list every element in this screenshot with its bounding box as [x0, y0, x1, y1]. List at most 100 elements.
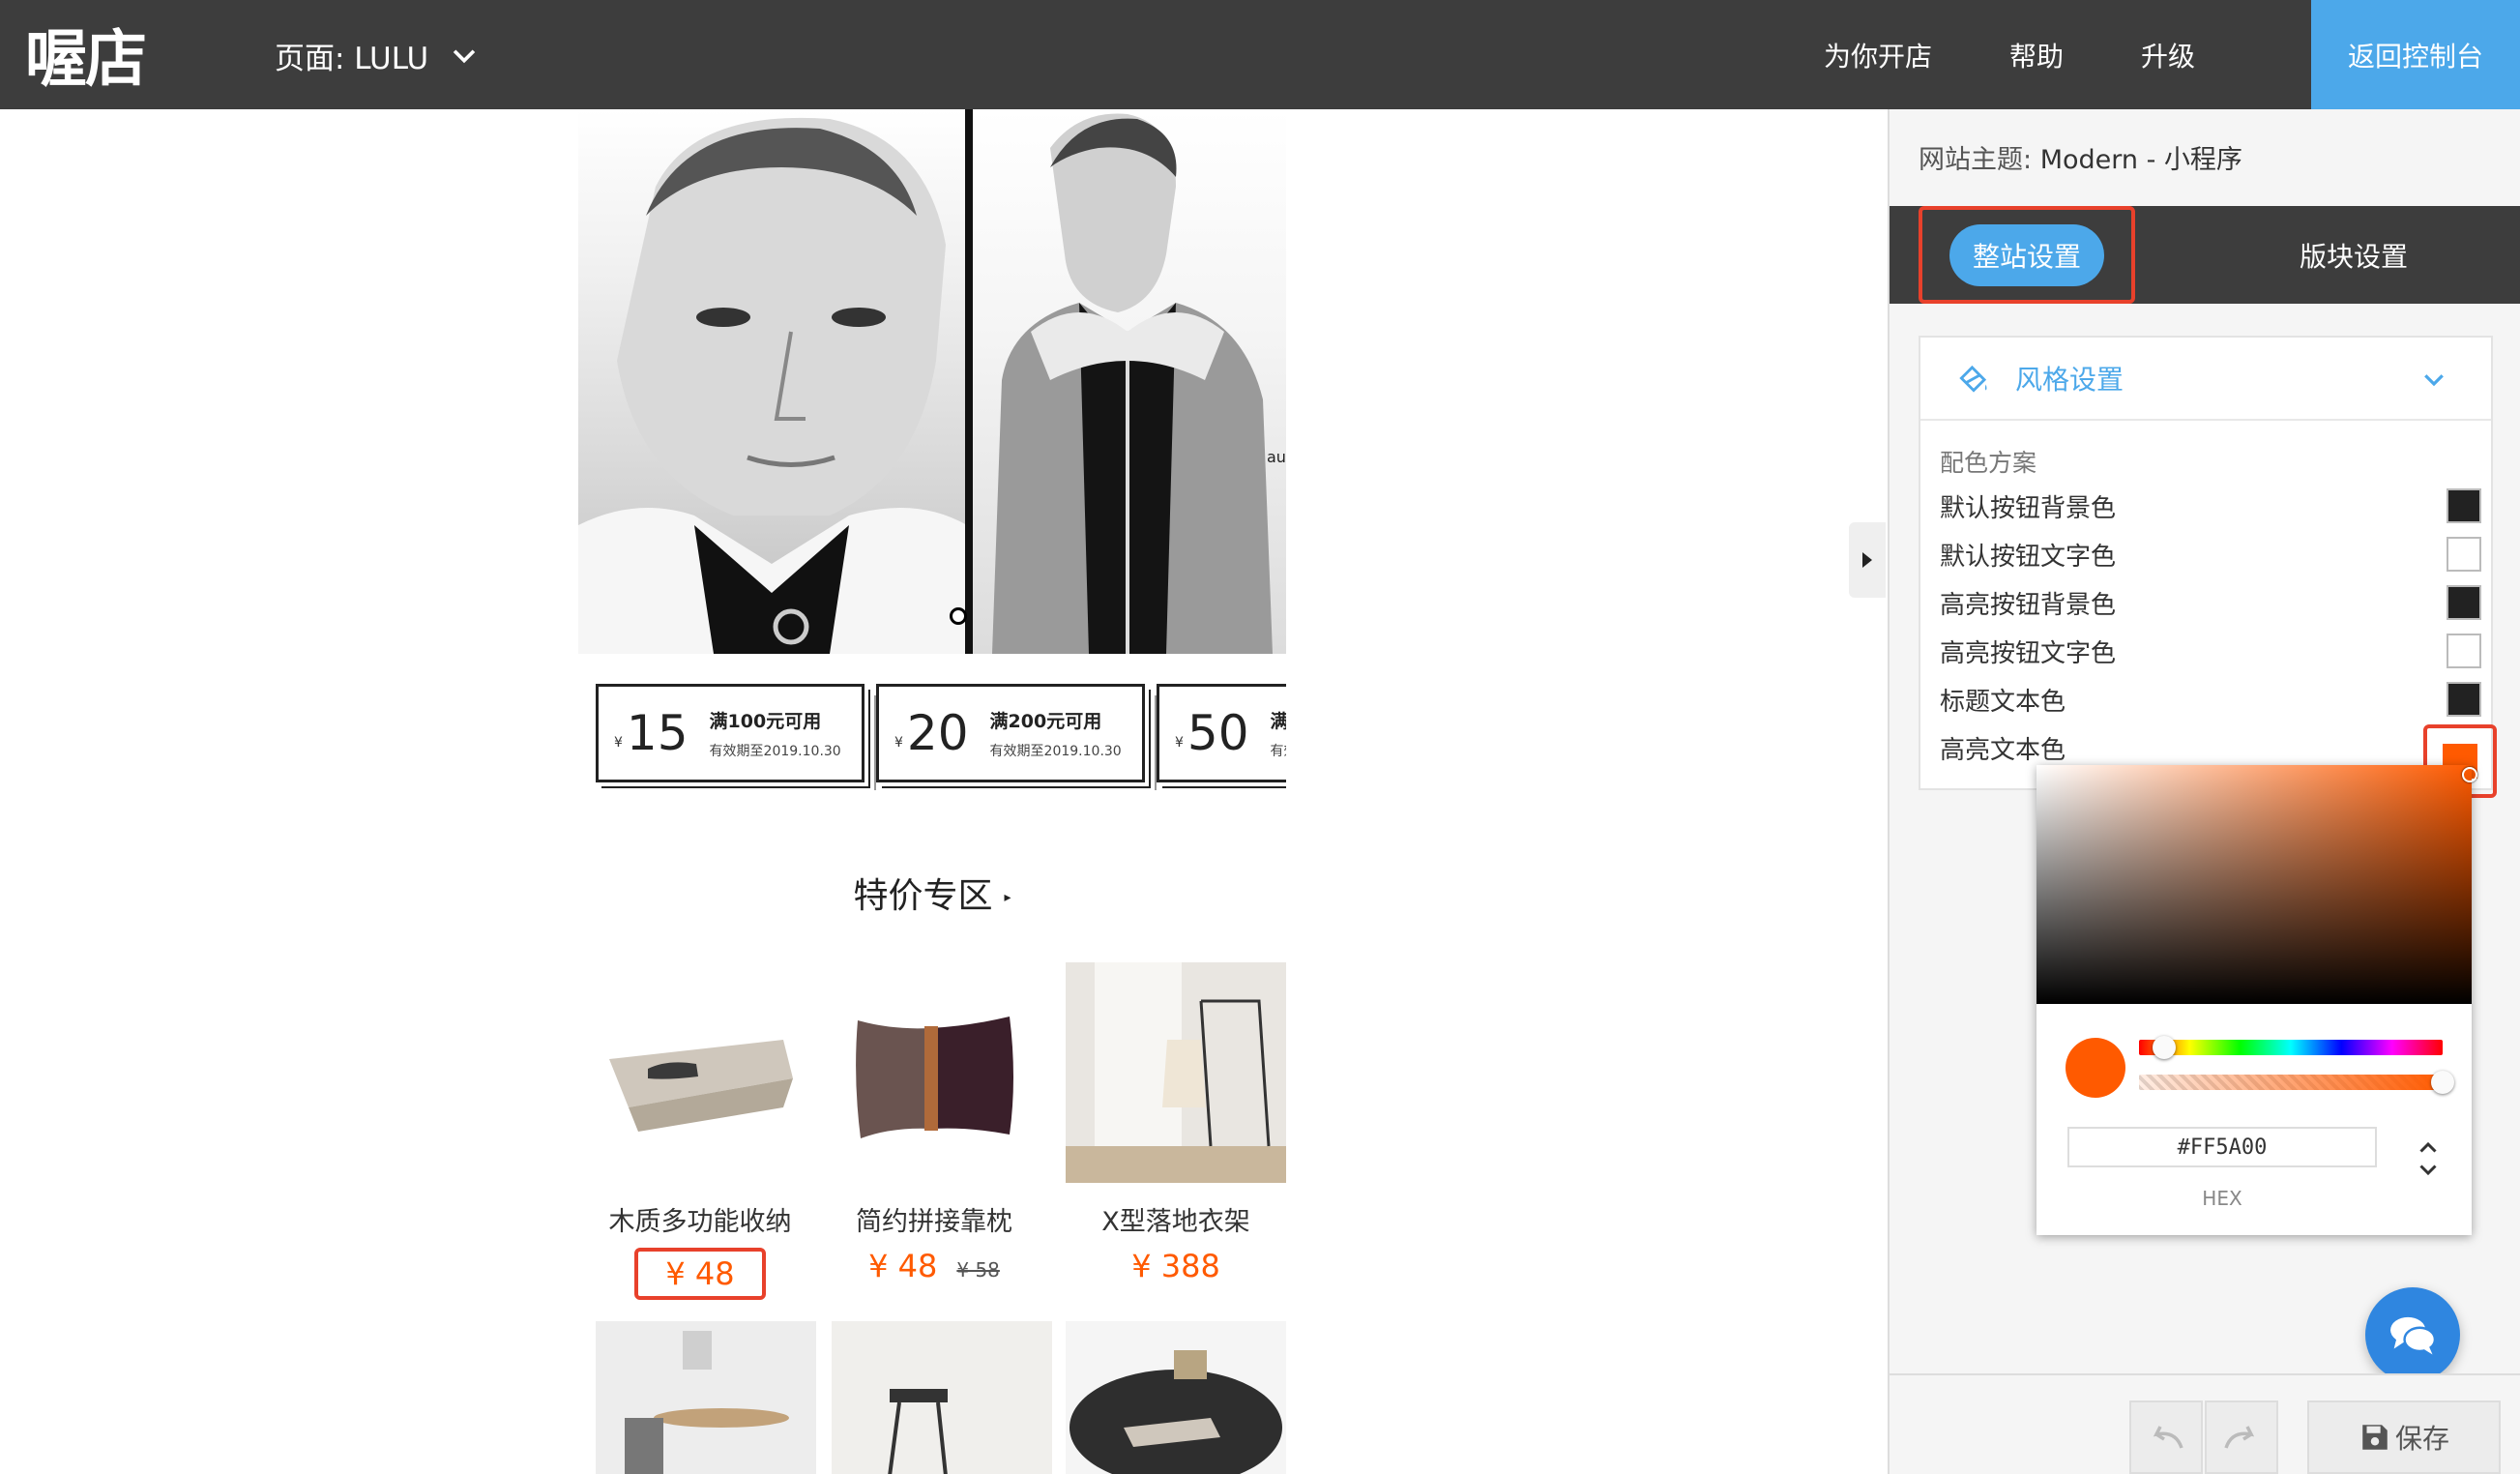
- hero-divider: [965, 109, 973, 654]
- panel-toggle-handle[interactable]: [1849, 522, 1886, 598]
- logo[interactable]: 喔店: [25, 15, 147, 96]
- theme-value: Modern - 小程序: [2039, 145, 2242, 175]
- saturation-knob[interactable]: [2462, 767, 2477, 782]
- paint-bucket-icon: [1959, 365, 1987, 393]
- style-settings-title: 风格设置: [2015, 364, 2124, 396]
- top-bar: 喔店 页面: LULU 为你开店 帮助 升级 返回控制台: [0, 0, 2520, 109]
- color-row-label: 默认按钮文字色: [1940, 542, 2117, 572]
- pillow-illustration: [824, 962, 1044, 1183]
- chair-illustration: [832, 1321, 1052, 1474]
- save-label: 保存: [2394, 1423, 2449, 1455]
- nav-upgrade[interactable]: 升级: [2141, 29, 2195, 81]
- tray-illustration: [590, 962, 810, 1183]
- page-selector[interactable]: 页面: LULU: [275, 29, 481, 81]
- product-name: 木质多功能收纳: [608, 1207, 792, 1237]
- redo-button[interactable]: [2205, 1400, 2278, 1474]
- color-swatch[interactable]: [2447, 682, 2481, 717]
- color-picker: HEX: [2037, 765, 2477, 1235]
- highlighted-price: ¥ 48: [634, 1248, 766, 1300]
- product-image[interactable]: [832, 1321, 1052, 1474]
- alpha-slider[interactable]: [2139, 1075, 2443, 1090]
- color-row-label: 高亮文本色: [1940, 735, 2066, 765]
- product-card[interactable]: 木质多功能收纳 ¥ 48: [590, 962, 810, 1300]
- redo-icon: [2224, 1426, 2255, 1449]
- product-image[interactable]: [596, 1321, 816, 1474]
- coupon-currency: ¥: [1175, 735, 1184, 751]
- coupon-amount: 50: [1187, 705, 1249, 761]
- color-row: 默认按钮文字色: [1940, 535, 2481, 574]
- product-image: [590, 962, 810, 1183]
- product-price: ¥ 48: [590, 1248, 810, 1300]
- hue-slider-handle[interactable]: [2153, 1036, 2176, 1059]
- color-row: 高亮按钮文字色: [1940, 632, 2481, 670]
- hue-slider[interactable]: [2139, 1040, 2443, 1055]
- theme-label: 网站主题:: [1919, 145, 2033, 175]
- color-row: 标题文本色: [1940, 680, 2481, 719]
- coupon-condition: 满: [1270, 710, 1286, 732]
- coupon-condition: 满200元可用: [989, 710, 1102, 732]
- product-image: [1066, 962, 1286, 1183]
- color-swatch[interactable]: [2447, 488, 2481, 523]
- settings-panel: 网站主题: Modern - 小程序 整站设置 版块设置 风格设置 配色方案 默…: [1888, 109, 2520, 1474]
- jacket-illustration: [992, 113, 1273, 654]
- carousel-indicator[interactable]: [950, 607, 967, 625]
- coupon-info: 满100元可用 有效期至2019.10.30: [710, 707, 841, 760]
- coupon-expiry: 有效期至2019.10.30: [709, 743, 841, 759]
- coupon-currency: ¥: [614, 735, 623, 751]
- clothes-rack-illustration: [1066, 962, 1286, 1183]
- section-title-text: 特价专区: [853, 876, 993, 916]
- coupon-amount: 20: [906, 705, 969, 761]
- save-button[interactable]: 保存: [2307, 1400, 2501, 1474]
- product-image: [824, 962, 1044, 1183]
- section-title: 特价专区 ▸: [578, 868, 1286, 918]
- hero-banner[interactable]: autu: [578, 109, 1286, 654]
- color-swatch[interactable]: [2447, 537, 2481, 572]
- hex-mode-label: HEX: [2202, 1187, 2242, 1210]
- back-to-console-button[interactable]: 返回控制台: [2311, 0, 2520, 109]
- floppy-disk-icon: [2362, 1425, 2388, 1450]
- product-price: ¥ 48 ¥ 58: [824, 1248, 1044, 1284]
- theme-info: 网站主题: Modern - 小程序: [1919, 138, 2242, 176]
- dining-illustration: [596, 1321, 816, 1474]
- product-card[interactable]: X型落地衣架 ¥ 388: [1066, 962, 1286, 1284]
- color-row: 高亮文本色: [1940, 728, 2481, 767]
- caret-right-icon: [1862, 552, 1872, 568]
- hero-image-left: [578, 109, 967, 654]
- tab-site-settings[interactable]: 整站设置: [1919, 206, 2135, 304]
- coupon-expiry: 有效期至2019.10.30: [989, 743, 1122, 759]
- color-row-label: 高亮按钮文字色: [1940, 638, 2117, 668]
- nav-open-store[interactable]: 为你开店: [1824, 29, 1932, 81]
- color-swatch[interactable]: [2447, 634, 2481, 668]
- product-card[interactable]: 简约拼接靠枕 ¥ 48 ¥ 58: [824, 962, 1044, 1284]
- color-row-label: 标题文本色: [1940, 687, 2066, 717]
- color-row: 默认按钮背景色: [1940, 486, 2481, 525]
- hex-input[interactable]: [2067, 1127, 2377, 1167]
- alpha-slider-handle[interactable]: [2431, 1071, 2454, 1094]
- style-settings-header[interactable]: 风格设置: [1920, 338, 2491, 421]
- color-row-label: 默认按钮背景色: [1940, 493, 2117, 523]
- hero-caption: autu: [1267, 448, 1286, 466]
- color-row: 高亮按钮背景色: [1940, 583, 2481, 622]
- coupon-expiry: 有效: [1270, 743, 1286, 759]
- chat-button[interactable]: [2365, 1287, 2460, 1382]
- tab-block-settings[interactable]: 版块设置: [2209, 206, 2499, 304]
- product-old-price: ¥ 58: [956, 1258, 1000, 1282]
- coupon-info: 满 有效: [1271, 707, 1286, 760]
- coupon[interactable]: ¥ 50 满 有效: [1157, 684, 1286, 782]
- saturation-value-area[interactable]: [2037, 765, 2472, 1004]
- color-row-label: 高亮按钮背景色: [1940, 590, 2117, 620]
- product-image[interactable]: [1066, 1321, 1286, 1474]
- color-swatch[interactable]: [2447, 585, 2481, 620]
- tab-site-settings-label: 整站设置: [1949, 223, 2104, 286]
- coupon-condition: 满100元可用: [709, 710, 822, 732]
- mode-toggle-icon[interactable]: [2414, 1135, 2443, 1183]
- product-name: X型落地衣架: [1101, 1207, 1250, 1237]
- coupon[interactable]: ¥ 15 满100元可用 有效期至2019.10.30: [596, 684, 864, 782]
- nav-help[interactable]: 帮助: [2009, 29, 2064, 81]
- bottom-action-bar: 保存: [1890, 1373, 2520, 1474]
- coupon-currency: ¥: [894, 735, 903, 751]
- undo-button[interactable]: [2129, 1400, 2203, 1474]
- coupon[interactable]: ¥ 20 满200元可用 有效期至2019.10.30: [876, 684, 1145, 782]
- coupon-list: ¥ 15 满100元可用 有效期至2019.10.30 ¥ 20 满200元可用…: [596, 684, 1286, 790]
- page-selector-label: 页面: LULU: [275, 41, 429, 76]
